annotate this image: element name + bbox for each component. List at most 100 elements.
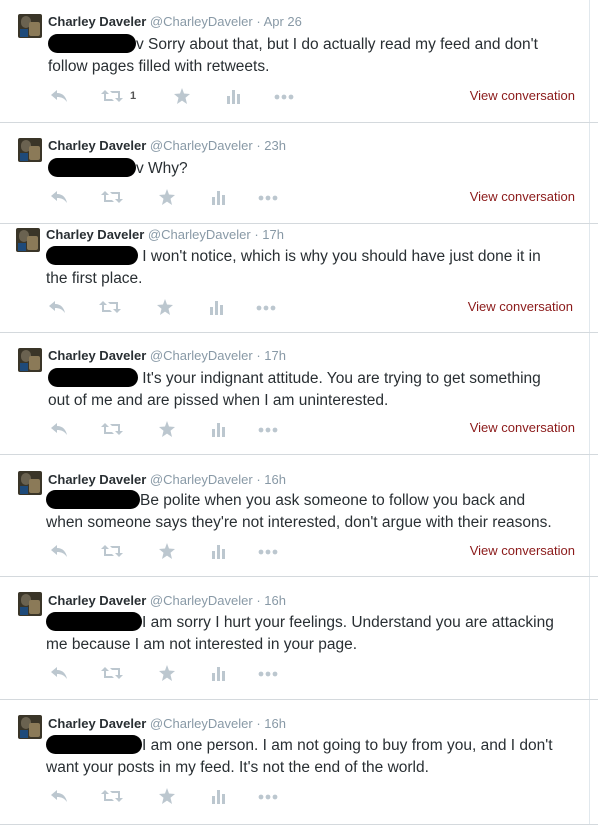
more-icon[interactable] (258, 189, 278, 205)
retweet-icon[interactable] (99, 299, 121, 315)
redacted-mention (48, 34, 136, 53)
tweet-header: Charley Daveler @CharleyDaveler · 16h (48, 593, 286, 609)
avatar[interactable] (18, 715, 42, 739)
redacted-mention (48, 368, 138, 387)
timestamp[interactable]: 23h (264, 138, 286, 153)
view-conversation-link[interactable]: View conversation (470, 420, 575, 435)
view-conversation-link[interactable]: View conversation (470, 543, 575, 558)
tweet-text: I am one person. I am not going to buy f… (46, 735, 586, 779)
author-handle[interactable]: @CharleyDaveler (150, 716, 253, 731)
view-conversation-link[interactable]: View conversation (468, 299, 573, 314)
avatar[interactable] (18, 592, 42, 616)
timestamp[interactable]: Apr 26 (264, 14, 302, 29)
view-conversation-link[interactable]: View conversation (470, 189, 575, 204)
retweet-icon[interactable] (101, 88, 123, 104)
tweet-text: v Sorry about that, but I do actually re… (48, 34, 588, 78)
analytics-icon[interactable] (210, 299, 224, 315)
tweet[interactable]: Charley Daveler @CharleyDaveler · 16h I … (0, 700, 590, 824)
timestamp[interactable]: 16h (264, 593, 286, 608)
tweet[interactable]: Charley Daveler @CharleyDaveler · 17h It… (0, 333, 590, 454)
author-name[interactable]: Charley Daveler (48, 472, 146, 487)
author-handle[interactable]: @CharleyDaveler (148, 227, 251, 242)
redacted-mention (48, 158, 136, 177)
reply-icon[interactable] (50, 788, 68, 804)
author-handle[interactable]: @CharleyDaveler (150, 348, 253, 363)
timestamp[interactable]: 17h (262, 227, 284, 242)
tweet-text-line-1: Be polite when you ask someone to follow… (140, 492, 526, 509)
more-icon[interactable] (258, 665, 278, 681)
tweet-text-line-2: out of me and are pissed when I am unint… (48, 392, 389, 409)
tweet[interactable]: Charley Daveler @CharleyDaveler · Apr 26… (0, 0, 590, 122)
retweet-icon[interactable] (101, 421, 123, 437)
tweet-header: Charley Daveler @CharleyDaveler · 17h (46, 227, 284, 243)
star-icon[interactable] (159, 189, 175, 205)
tweet[interactable]: Charley Daveler @CharleyDaveler · 16h I … (0, 577, 590, 699)
analytics-icon[interactable] (212, 665, 226, 681)
star-icon[interactable] (174, 88, 190, 104)
separator: · (256, 348, 261, 363)
divider (0, 824, 598, 825)
tweet-text-line-1: I won't notice, which is why you should … (138, 248, 541, 265)
author-name[interactable]: Charley Daveler (48, 138, 146, 153)
tweet-text: I am sorry I hurt your feelings. Underst… (46, 612, 586, 656)
redacted-mention (46, 246, 138, 265)
avatar[interactable] (18, 471, 42, 495)
timestamp[interactable]: 17h (264, 348, 286, 363)
author-name[interactable]: Charley Daveler (46, 227, 144, 242)
author-handle[interactable]: @CharleyDaveler (150, 14, 253, 29)
author-handle[interactable]: @CharleyDaveler (150, 472, 253, 487)
more-icon[interactable] (258, 788, 278, 804)
author-name[interactable]: Charley Daveler (48, 593, 146, 608)
avatar[interactable] (16, 228, 40, 252)
tweet-text: Be polite when you ask someone to follow… (46, 490, 586, 534)
star-icon[interactable] (157, 299, 173, 315)
star-icon[interactable] (159, 665, 175, 681)
retweet-icon[interactable] (101, 189, 123, 205)
view-conversation-link[interactable]: View conversation (470, 88, 575, 103)
analytics-icon[interactable] (212, 543, 226, 559)
analytics-icon[interactable] (212, 788, 226, 804)
retweet-icon[interactable] (101, 665, 123, 681)
author-handle[interactable]: @CharleyDaveler (150, 593, 253, 608)
redacted-mention (46, 612, 142, 631)
reply-icon[interactable] (50, 88, 68, 104)
reply-icon[interactable] (50, 189, 68, 205)
reply-icon[interactable] (48, 299, 66, 315)
more-icon[interactable] (258, 421, 278, 437)
avatar[interactable] (18, 348, 42, 372)
star-icon[interactable] (159, 788, 175, 804)
tweet-text: It's your indignant attitude. You are tr… (48, 368, 588, 412)
analytics-icon[interactable] (212, 189, 226, 205)
tweet[interactable]: Charley Daveler @CharleyDaveler · 17h I … (0, 224, 590, 332)
reply-icon[interactable] (50, 543, 68, 559)
avatar[interactable] (18, 138, 42, 162)
analytics-icon[interactable] (212, 421, 226, 437)
tweet-text-line-1: v Sorry about that, but I do actually re… (136, 36, 538, 53)
author-handle[interactable]: @CharleyDaveler (150, 138, 253, 153)
timestamp[interactable]: 16h (264, 472, 286, 487)
tweet[interactable]: Charley Daveler @CharleyDaveler · 16h Be… (0, 455, 590, 576)
tweet-text-line-2: follow pages filled with retweets. (48, 58, 270, 75)
redacted-mention (46, 490, 140, 509)
tweet-header: Charley Daveler @CharleyDaveler · 23h (48, 138, 286, 154)
author-name[interactable]: Charley Daveler (48, 348, 146, 363)
more-icon[interactable] (256, 299, 276, 315)
reply-icon[interactable] (50, 665, 68, 681)
more-icon[interactable] (258, 543, 278, 559)
tweet-text-line-1: I am sorry I hurt your feelings. Underst… (142, 614, 554, 631)
author-name[interactable]: Charley Daveler (48, 14, 146, 29)
retweet-icon[interactable] (101, 788, 123, 804)
retweet-icon[interactable] (101, 543, 123, 559)
reply-icon[interactable] (50, 421, 68, 437)
tweet-text: v Why? (48, 158, 588, 180)
timestamp[interactable]: 16h (264, 716, 286, 731)
analytics-icon[interactable] (227, 88, 241, 104)
tweet-header: Charley Daveler @CharleyDaveler · 16h (48, 716, 286, 732)
author-name[interactable]: Charley Daveler (48, 716, 146, 731)
star-icon[interactable] (159, 543, 175, 559)
tweet-text-line-2: me because I am not interested in your p… (46, 636, 358, 653)
star-icon[interactable] (159, 421, 175, 437)
avatar[interactable] (18, 14, 42, 38)
more-icon[interactable] (274, 88, 294, 104)
tweet[interactable]: Charley Daveler @CharleyDaveler · 23h v … (0, 123, 590, 223)
